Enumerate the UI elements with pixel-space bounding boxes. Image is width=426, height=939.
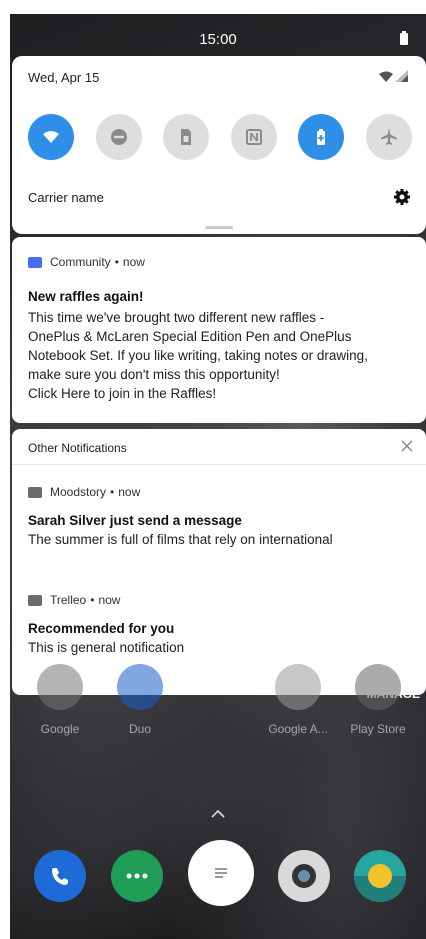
panel-drag-handle[interactable] bbox=[205, 226, 233, 229]
chevron-up-icon[interactable] bbox=[209, 807, 227, 819]
tile-nfc[interactable] bbox=[230, 114, 277, 160]
group-header: Other Notifications bbox=[12, 429, 426, 465]
app-google[interactable]: Google bbox=[30, 664, 90, 736]
mail-icon bbox=[28, 594, 42, 606]
body-line: OnePlus & McLaren Special Edition Pen an… bbox=[28, 329, 352, 344]
body-line[interactable]: Click Here to join in the Raffles! bbox=[28, 384, 420, 403]
notification-title: New raffles again! bbox=[28, 289, 144, 304]
camera-app[interactable] bbox=[278, 850, 330, 902]
quick-settings-panel: Wed, Apr 15 Carrier name bbox=[12, 56, 426, 234]
other-notifications-group: Other Notifications Moodstory • now Sara… bbox=[12, 429, 426, 695]
community-notification[interactable]: Community • now New raffles again! This … bbox=[12, 237, 426, 423]
tile-sim-card[interactable] bbox=[163, 114, 210, 160]
notification-time: now bbox=[118, 485, 141, 499]
phone-screen: 15:00 Wed, Apr 15 Carrier name Community… bbox=[10, 14, 426, 939]
weather-icon bbox=[354, 864, 406, 902]
status-icons bbox=[379, 70, 408, 82]
body-line: This time we've brought two different ne… bbox=[28, 310, 325, 325]
tile-battery-saver[interactable] bbox=[298, 114, 345, 160]
airplane-mode-icon bbox=[380, 128, 397, 145]
google-folder-icon bbox=[37, 664, 83, 710]
notification-title: Recommended for you bbox=[28, 621, 175, 636]
messages-app[interactable] bbox=[111, 850, 163, 902]
notification-body: This time we've brought two different ne… bbox=[28, 308, 420, 403]
notification-time: now bbox=[122, 255, 145, 269]
trelleo-notification[interactable]: Trelleo • now Recommended for you This i… bbox=[28, 593, 418, 657]
app-duo[interactable]: Duo bbox=[110, 664, 170, 736]
messages-icon bbox=[126, 873, 148, 879]
tile-airplane-mode[interactable] bbox=[365, 114, 412, 160]
phone-app[interactable] bbox=[34, 850, 86, 902]
notification-body: This is general notification bbox=[28, 640, 185, 655]
separator-dot: • bbox=[110, 485, 115, 499]
app-play-store[interactable]: Play Store bbox=[348, 664, 408, 736]
date-label: Wed, Apr 15 bbox=[28, 70, 100, 85]
tile-do-not-disturb[interactable] bbox=[95, 114, 142, 160]
app-label: Play Store bbox=[350, 722, 406, 736]
google-assistant-icon bbox=[275, 664, 321, 710]
app-google-assistant[interactable]: Google A... bbox=[268, 664, 328, 736]
quick-tiles bbox=[28, 114, 412, 160]
app-drawer-icon bbox=[215, 868, 227, 878]
body-line: make sure you don't miss this opportunit… bbox=[28, 367, 280, 382]
play-store-icon bbox=[355, 664, 401, 710]
separator-dot: • bbox=[114, 255, 119, 269]
notification-body: The summer is full of films that rely on… bbox=[28, 532, 333, 547]
mail-icon bbox=[28, 486, 42, 498]
wifi-signal-icon bbox=[379, 71, 393, 82]
app-name: Trelleo bbox=[50, 593, 87, 607]
do-not-disturb-icon bbox=[110, 129, 127, 145]
app-label: Google A... bbox=[268, 722, 328, 736]
notification-title: Sarah Silver just send a message bbox=[28, 513, 242, 528]
app-drawer-button[interactable] bbox=[188, 840, 254, 906]
weather-app[interactable] bbox=[354, 850, 406, 902]
gear-icon[interactable] bbox=[392, 187, 412, 207]
carrier-name: Carrier name bbox=[28, 190, 104, 205]
battery-icon bbox=[400, 31, 408, 45]
moodstory-notification[interactable]: Moodstory • now Sarah Silver just send a… bbox=[28, 485, 418, 549]
sim-card-icon bbox=[181, 129, 192, 145]
notification-header: Community • now bbox=[28, 255, 145, 269]
close-icon[interactable] bbox=[400, 439, 414, 453]
clock: 15:00 bbox=[199, 31, 237, 48]
battery-saver-icon bbox=[317, 129, 326, 145]
notification-header: Trelleo • now bbox=[28, 593, 418, 607]
notification-time: now bbox=[98, 593, 121, 607]
wifi-icon bbox=[43, 131, 59, 143]
app-name: Moodstory bbox=[50, 485, 107, 499]
phone-icon bbox=[52, 868, 68, 885]
body-line: Notebook Set. If you like writing, takin… bbox=[28, 348, 368, 363]
app-label: Google bbox=[40, 722, 80, 736]
app-label: Duo bbox=[128, 722, 151, 736]
duo-icon bbox=[117, 664, 163, 710]
app-name: Community bbox=[50, 255, 111, 269]
camera-icon bbox=[292, 864, 316, 888]
notification-header: Moodstory • now bbox=[28, 485, 418, 499]
message-icon bbox=[28, 256, 42, 268]
group-title: Other Notifications bbox=[28, 441, 127, 455]
status-bar: 15:00 bbox=[10, 14, 426, 58]
cell-signal-icon bbox=[395, 70, 408, 82]
separator-dot: • bbox=[90, 593, 95, 607]
tile-wifi[interactable] bbox=[28, 114, 74, 160]
nfc-icon bbox=[245, 129, 262, 145]
dock bbox=[10, 840, 426, 910]
